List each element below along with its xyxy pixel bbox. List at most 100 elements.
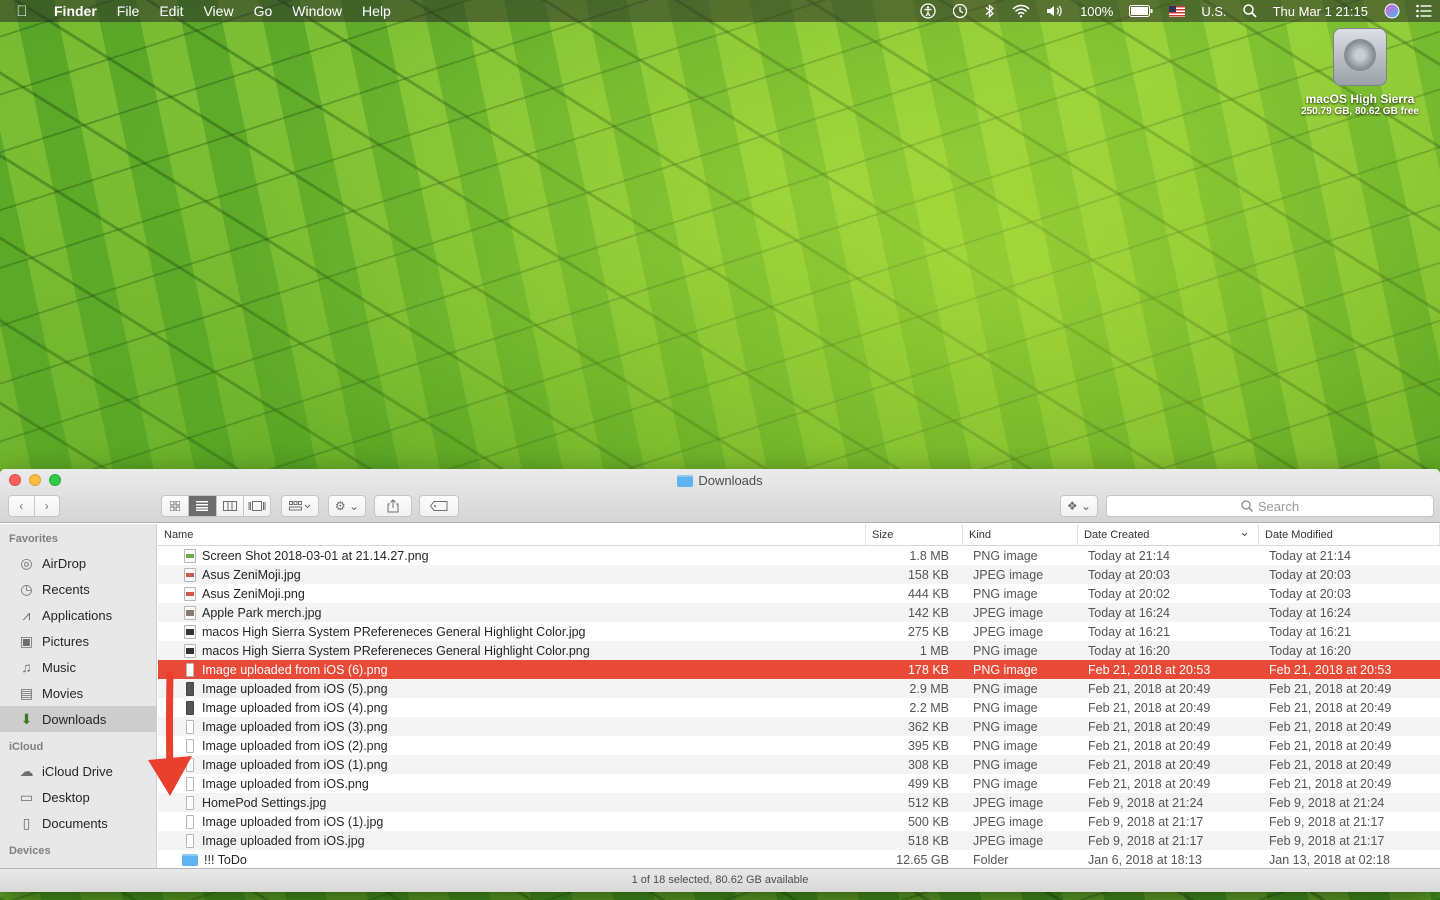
documents-icon: ▯ [22,814,31,831]
sidebar-item-recents[interactable]: ◷ Recents [0,576,156,602]
menu-help[interactable]: Help [352,0,401,22]
file-row[interactable]: HomePod Settings.jpg 512 KB JPEG image Feb … [158,793,1440,812]
dropbox-button[interactable]: ❖ ⌄ [1060,495,1098,517]
file-row[interactable]: Image uploaded from iOS (5).png 2.9 MB PNG… [158,679,1440,698]
file-size: 2.9 MB [909,681,949,696]
file-size: 499 KB [907,776,949,791]
file-kind: PNG image [973,700,1038,715]
gallery-view-button[interactable] [244,496,270,516]
list-view-button[interactable] [189,496,217,516]
icloud-icon: ☁ [19,762,34,779]
file-row[interactable]: Image uploaded from iOS (2).png 395 KB PNG… [158,736,1440,755]
sidebar-item-documents[interactable]: ▯ Documents [0,810,156,836]
file-name-cell: Image uploaded from iOS (2).png [158,738,866,753]
file-date-modified: Feb 21, 2018 at 20:49 [1269,700,1392,715]
menu-view[interactable]: View [193,0,243,22]
file-size: 158 KB [907,567,949,582]
column-header-size[interactable]: Size [866,524,963,545]
column-header-name[interactable]: Name [158,524,866,545]
file-row[interactable]: Image uploaded from iOS (4).png 2.2 MB PNG… [158,698,1440,717]
sidebar-item-label: Downloads [42,711,107,727]
airdrop-icon: ◎ [20,554,33,571]
file-name: !!! ToDo [204,852,247,867]
sidebar-item-desktop[interactable]: ▭ Desktop [0,784,156,810]
icon-view-button[interactable] [162,496,190,516]
siri-icon[interactable] [1376,3,1408,19]
window-titlebar[interactable]: Downloads ‹ › ⚙ ⌄ ❖ ⌄ Search [0,469,1440,523]
back-button[interactable]: ‹ [9,496,35,516]
file-row[interactable]: Image uploaded from iOS (3).png 362 KB PNG… [158,717,1440,736]
input-source-label[interactable]: U.S. [1193,4,1234,19]
battery-percentage[interactable]: 100% [1072,4,1121,19]
menu-clock[interactable]: Thu Mar 1 21:15 [1265,4,1376,19]
recents-icon: ◷ [20,580,33,597]
sidebar-item-label: Movies [42,685,84,701]
finder-window: Downloads ‹ › ⚙ ⌄ ❖ ⌄ Search Favorites ◎… [0,469,1440,892]
notification-center-icon[interactable] [1408,4,1440,18]
forward-button[interactable]: › [35,496,60,516]
time-machine-icon[interactable] [944,3,976,19]
file-row[interactable]: Image uploaded from iOS.png 499 KB PNG ima… [158,774,1440,793]
file-date-modified: Today at 20:03 [1269,586,1352,601]
file-row[interactable]: Image uploaded from iOS.jpg 518 KB JPEG im… [158,831,1440,850]
file-row[interactable]: Apple Park merch.jpg 142 KB JPEG image Toda… [158,603,1440,622]
spotlight-search-icon[interactable] [1235,4,1265,18]
sidebar-heading[interactable]: Favorites [0,524,156,550]
input-source-flag-icon[interactable] [1161,5,1193,17]
hard-drive-icon [1333,28,1387,86]
file-date-created: Feb 21, 2018 at 20:49 [1088,776,1211,791]
sidebar-item-airdrop[interactable]: ◎ AirDrop [0,550,156,576]
sidebar-item-icloud-drive[interactable]: ☁ iCloud Drive [0,758,156,784]
column-header-date-modified[interactable]: Date Modified [1259,524,1440,545]
battery-icon[interactable] [1121,5,1161,17]
arrange-button[interactable] [281,495,319,517]
file-row[interactable]: !!! ToDo 12.65 GB Folder Jan 6, 2018 at 18:… [158,850,1440,868]
tags-button[interactable] [419,495,459,517]
accessibility-icon[interactable] [912,3,944,19]
desktop-disk-icon[interactable]: macOS High Sierra 250.79 GB, 80.62 GB fr… [1290,28,1430,117]
file-name: Screen Shot 2018-03-01 at 21.14.27.png [202,548,429,563]
file-date-modified: Feb 21, 2018 at 20:53 [1269,662,1392,677]
file-date-modified: Feb 9, 2018 at 21:17 [1269,814,1385,829]
sidebar-item-pictures[interactable]: ▣ Pictures [0,628,156,654]
column-header-kind[interactable]: Kind [963,524,1078,545]
file-row[interactable]: Asus ZeniMoji.jpg 158 KB JPEG image Today a… [158,565,1440,584]
sidebar-item-music[interactable]: ♫ Music [0,654,156,680]
file-row[interactable]: macos High Sierra System PRefereneces Ge… [158,641,1440,660]
menu-edit[interactable]: Edit [149,0,193,22]
column-header-date-created[interactable]: Date Created [1078,524,1259,545]
file-name-cell: Asus ZeniMoji.jpg [158,567,866,582]
file-row[interactable]: Image uploaded from iOS (1).png 308 KB PNG… [158,755,1440,774]
wifi-icon[interactable] [1004,4,1038,18]
file-row[interactable]: macos High Sierra System PRefereneces Ge… [158,622,1440,641]
file-kind: PNG image [973,548,1038,563]
file-name: Image uploaded from iOS (1).jpg [202,814,384,829]
file-row[interactable]: Screen Shot 2018-03-01 at 21.14.27.png 1.… [158,546,1440,565]
menu-go[interactable]: Go [244,0,283,22]
file-row[interactable]: Asus ZeniMoji.png 444 KB PNG image Today at… [158,584,1440,603]
bluetooth-icon[interactable] [976,3,1004,19]
file-kind: JPEG image [973,814,1044,829]
share-button[interactable] [374,495,412,517]
menu-window[interactable]: Window [282,0,352,22]
file-kind: JPEG image [973,795,1044,810]
file-row[interactable]: Image uploaded from iOS (6).png 178 KB PNG… [158,660,1440,679]
apple-menu-icon[interactable]:  [0,3,44,20]
sidebar-heading[interactable]: iCloud [0,732,156,758]
volume-icon[interactable] [1038,4,1072,18]
file-date-modified: Feb 21, 2018 at 20:49 [1269,681,1392,696]
sidebar-item-downloads[interactable]: ⬇ Downloads [0,706,156,732]
menu-file[interactable]: File [107,0,150,22]
search-field[interactable]: Search [1106,495,1434,517]
file-size: 500 KB [907,814,949,829]
column-view-button[interactable] [217,496,244,516]
navigation-buttons: ‹ › [8,495,60,517]
sidebar-item-movies[interactable]: ▤ Movies [0,680,156,706]
sidebar-heading[interactable]: Devices [0,836,156,862]
action-gear-button[interactable]: ⚙ ⌄ [328,495,366,517]
menu-app-name[interactable]: Finder [44,0,107,22]
file-row[interactable]: Image uploaded from iOS (1).jpg 500 KB JPE… [158,812,1440,831]
sidebar-item-label: Pictures [42,633,89,649]
file-thumbnail-icon [184,586,196,601]
sidebar-item-applications[interactable]: ⩘ Applications [0,602,156,628]
